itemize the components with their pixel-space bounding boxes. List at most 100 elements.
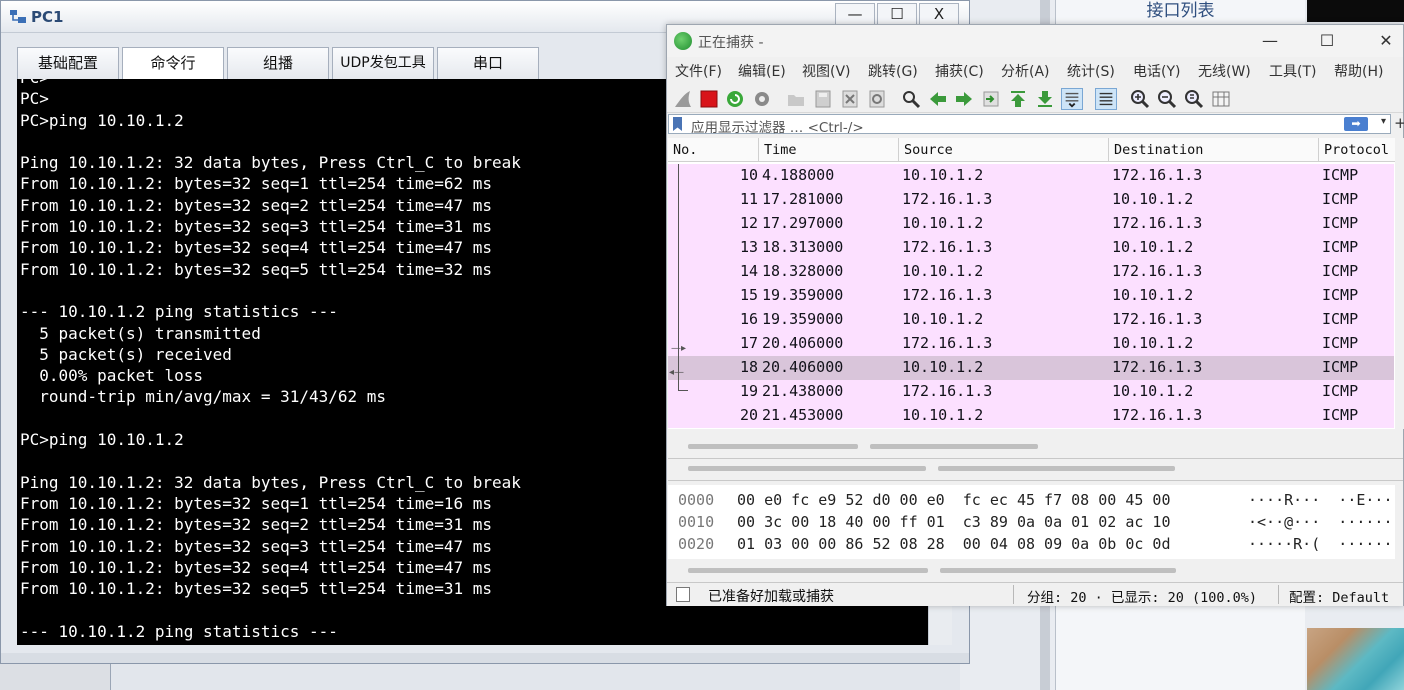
wireshark-window: 正在捕获 - — ☐ ✕ 文件(F) 编辑(E) 视图(V) 跳转(G) 捕获(…: [666, 24, 1404, 606]
wireshark-statusbar: 已准备好加载或捕获 分组: 20 · 已显示: 20 (100.0%) 配置: …: [667, 582, 1403, 606]
shark-fin-start-icon[interactable]: [672, 88, 694, 110]
details-hscroll-2[interactable]: [938, 466, 1175, 471]
packet-no: 10: [739, 166, 758, 184]
tab-command-line[interactable]: 命令行: [122, 47, 224, 79]
find-packet-icon[interactable]: [900, 88, 922, 110]
hex-ascii: ·<··@··· ········: [1248, 513, 1395, 531]
bytes-hscroll-2[interactable]: [940, 568, 1176, 573]
details-hscroll[interactable]: [688, 466, 926, 471]
open-file-icon[interactable]: [785, 88, 807, 110]
menu-tools[interactable]: 工具(T): [1269, 61, 1316, 81]
packet-source: 10.10.1.2: [902, 166, 984, 184]
column-time[interactable]: Time: [764, 142, 797, 158]
wireshark-close-button[interactable]: ✕: [1371, 30, 1401, 52]
packet-row[interactable]: 10 4.188000 10.10.1.2 172.16.1.3 ICMP: [668, 164, 1394, 188]
status-profile[interactable]: 配置: Default: [1289, 586, 1389, 606]
go-back-icon[interactable]: [927, 88, 949, 110]
packet-row[interactable]: 17 20.406000 172.16.1.3 10.10.1.2 ICMP: [668, 332, 1394, 356]
save-file-icon[interactable]: [812, 88, 834, 110]
tab-serial-port[interactable]: 串口: [437, 47, 539, 79]
packet-list-hscroll[interactable]: [688, 444, 858, 449]
menu-telephony[interactable]: 电话(Y): [1133, 61, 1180, 81]
pc1-bottom-border: [1, 653, 969, 663]
pc-logo-icon: [10, 10, 26, 23]
column-protocol[interactable]: Protocol: [1324, 142, 1389, 158]
zoom-in-icon[interactable]: [1129, 88, 1151, 110]
packet-destination: 172.16.1.3: [1112, 166, 1203, 184]
menu-file[interactable]: 文件(F): [675, 61, 722, 81]
wireshark-minimize-button[interactable]: —: [1255, 30, 1285, 52]
bytes-hscroll[interactable]: [688, 568, 928, 573]
packet-time: 17.297000: [762, 214, 844, 232]
wireshark-titlebar[interactable]: 正在捕获 - — ☐ ✕: [667, 25, 1403, 57]
capture-options-icon[interactable]: [751, 88, 773, 110]
packet-row[interactable]: 15 19.359000 172.16.1.3 10.10.1.2 ICMP: [668, 284, 1394, 308]
pc1-minimize-button[interactable]: —: [835, 3, 875, 25]
packet-destination: 172.16.1.3: [1112, 406, 1203, 424]
packet-row[interactable]: 18 20.406000 10.10.1.2 172.16.1.3 ICMP: [668, 356, 1394, 380]
column-no[interactable]: No.: [673, 142, 697, 158]
stop-capture-icon[interactable]: [698, 88, 720, 110]
tab-multicast[interactable]: 组播: [227, 47, 329, 79]
reload-file-icon[interactable]: [866, 88, 888, 110]
packet-source: 10.10.1.2: [902, 358, 984, 376]
menu-capture[interactable]: 捕获(C): [935, 61, 984, 81]
packet-time: 20.406000: [762, 358, 844, 376]
menu-edit[interactable]: 编辑(E): [738, 61, 786, 81]
packet-destination: 10.10.1.2: [1112, 334, 1194, 352]
packet-row[interactable]: 14 18.328000 10.10.1.2 172.16.1.3 ICMP: [668, 260, 1394, 284]
restart-capture-icon[interactable]: [724, 88, 746, 110]
zoom-normal-icon[interactable]: [1183, 88, 1205, 110]
packet-protocol: ICMP: [1322, 214, 1359, 232]
menu-statistics[interactable]: 统计(S): [1067, 61, 1115, 81]
bookmark-filter-icon[interactable]: [673, 117, 682, 131]
hex-offset: 0020: [678, 535, 715, 553]
zoom-out-icon[interactable]: [1156, 88, 1178, 110]
autoscroll-icon[interactable]: [1061, 88, 1083, 110]
tab-basic-config[interactable]: 基础配置: [17, 47, 119, 79]
menu-view[interactable]: 视图(V): [802, 61, 851, 81]
close-file-icon[interactable]: [839, 88, 861, 110]
packet-no: 12: [739, 214, 758, 232]
go-to-packet-icon[interactable]: [980, 88, 1002, 110]
packet-row[interactable]: 19 21.438000 172.16.1.3 10.10.1.2 ICMP: [668, 380, 1394, 404]
packet-time: 4.188000: [762, 166, 835, 184]
packet-protocol: ICMP: [1322, 310, 1359, 328]
packet-list[interactable]: No. Time Source Destination Protocol 10 4…: [668, 138, 1395, 429]
resize-columns-icon[interactable]: [1210, 88, 1232, 110]
go-last-icon[interactable]: [1034, 88, 1056, 110]
colorize-icon[interactable]: [1095, 88, 1117, 110]
add-filter-button[interactable]: +: [1394, 114, 1404, 132]
column-source[interactable]: Source: [904, 142, 953, 158]
packet-list-hscroll-2[interactable]: [870, 444, 1038, 449]
packet-bytes-pane[interactable]: 0000 00 e0 fc e9 52 d0 00 e0 fc ec 45 f7 …: [668, 485, 1395, 559]
go-first-icon[interactable]: [1007, 88, 1029, 110]
display-filter-bar[interactable]: 应用显示过滤器 … <Ctrl-/> ➡ ▾: [668, 114, 1391, 136]
menu-wireless[interactable]: 无线(W): [1198, 61, 1251, 81]
packet-list-scrollbar[interactable]: [1395, 138, 1404, 429]
wireshark-menubar: 文件(F) 编辑(E) 视图(V) 跳转(G) 捕获(C) 分析(A) 统计(S…: [667, 59, 1403, 83]
go-forward-icon[interactable]: [953, 88, 975, 110]
display-filter-input[interactable]: 应用显示过滤器 … <Ctrl-/>: [691, 116, 864, 136]
menu-help[interactable]: 帮助(H): [1334, 61, 1383, 81]
packet-row[interactable]: 12 17.297000 10.10.1.2 172.16.1.3 ICMP: [668, 212, 1394, 236]
pc1-maximize-button[interactable]: ☐: [877, 3, 917, 25]
related-packet-line: [678, 164, 679, 390]
tab-udp-tool[interactable]: UDP发包工具: [332, 47, 434, 79]
menu-go[interactable]: 跳转(G): [868, 61, 918, 81]
column-destination[interactable]: Destination: [1114, 142, 1203, 158]
packet-row[interactable]: 16 19.359000 10.10.1.2 172.16.1.3 ICMP: [668, 308, 1394, 332]
pc1-close-button[interactable]: X: [919, 3, 959, 25]
packet-no: 14: [739, 262, 758, 280]
packet-row[interactable]: 13 18.313000 172.16.1.3 10.10.1.2 ICMP: [668, 236, 1394, 260]
expert-info-icon[interactable]: [676, 587, 690, 602]
interface-list-title[interactable]: 接口列表: [1056, 0, 1305, 21]
packet-row[interactable]: 20 21.453000 10.10.1.2 172.16.1.3 ICMP: [668, 404, 1394, 428]
menu-analyze[interactable]: 分析(A): [1001, 61, 1050, 81]
wireshark-maximize-button[interactable]: ☐: [1312, 30, 1342, 52]
filter-dropdown-icon[interactable]: ▾: [1381, 116, 1386, 127]
packet-destination: 10.10.1.2: [1112, 382, 1194, 400]
packet-no: 18: [739, 358, 758, 376]
apply-filter-arrow-icon[interactable]: ➡: [1344, 117, 1368, 131]
packet-row[interactable]: 11 17.281000 172.16.1.3 10.10.1.2 ICMP: [668, 188, 1394, 212]
